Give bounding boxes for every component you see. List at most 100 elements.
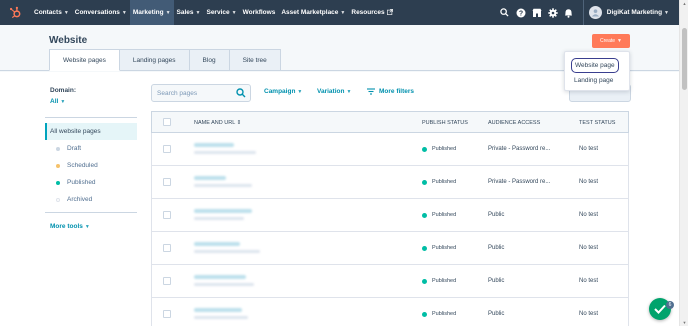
nav-label: Workflows <box>242 9 276 16</box>
nav-contacts[interactable]: Contacts ▼ <box>31 0 72 25</box>
column-header-name[interactable]: NAME AND URL ⇕ <box>194 120 241 126</box>
chevron-down-icon: ▼ <box>297 89 303 95</box>
status-dot-icon <box>56 146 60 151</box>
domain-select[interactable]: All ▼ <box>50 98 137 105</box>
search-icon[interactable] <box>236 88 246 100</box>
status-dot-icon <box>56 180 60 185</box>
table-row[interactable]: Published Public No test <box>151 298 629 326</box>
page-scrollbar[interactable]: ▲ ▼ <box>679 0 688 326</box>
sidebar-item-label: Scheduled <box>67 162 98 169</box>
nav-sales[interactable]: Sales ▼ <box>174 0 204 25</box>
published-dot-icon <box>422 278 427 284</box>
status-text: Published <box>432 278 457 284</box>
page-name-blurred[interactable] <box>194 176 226 180</box>
menu-item-landing-page[interactable]: Landing page <box>574 77 613 84</box>
nav-marketing[interactable]: Marketing ▼ <box>129 0 174 25</box>
nav-conversations[interactable]: Conversations ▼ <box>72 0 130 25</box>
marketplace-icon[interactable] <box>529 0 545 25</box>
publish-status: Published <box>422 212 456 218</box>
notifications-icon[interactable] <box>561 0 577 25</box>
more-tools-button[interactable]: More tools ▼ <box>50 223 137 230</box>
row-checkbox[interactable] <box>163 277 171 285</box>
audience-access: Private - Password re... <box>488 146 551 152</box>
tab-bar: Website pages Landing pages Blog Site tr… <box>49 49 281 71</box>
svg-text:?: ? <box>519 10 523 17</box>
tab-site-tree[interactable]: Site tree <box>229 49 281 71</box>
menu-item-website-page[interactable]: Website page <box>571 58 619 73</box>
publish-status: Published <box>422 311 456 317</box>
page-url-blurred <box>194 250 260 253</box>
page-name-blurred[interactable] <box>194 242 240 246</box>
row-checkbox[interactable] <box>163 178 171 186</box>
avatar[interactable] <box>588 6 602 19</box>
chevron-down-icon: ▼ <box>121 9 127 16</box>
scroll-up-arrow-icon[interactable]: ▲ <box>682 1 687 6</box>
sidebar: Domain: All ▼ All website pages Draft Sch… <box>45 87 137 230</box>
nav-label: Sales <box>176 9 194 16</box>
table-row[interactable]: Published Public No test <box>151 265 629 298</box>
nav-workflows[interactable]: Workflows <box>240 0 279 25</box>
tab-website-pages[interactable]: Website pages <box>49 49 120 71</box>
published-dot-icon <box>422 179 427 185</box>
sidebar-divider <box>45 117 137 118</box>
tab-landing-pages[interactable]: Landing pages <box>119 49 190 71</box>
sidebar-item-all-website-pages[interactable]: All website pages <box>45 123 137 140</box>
scroll-down-arrow-icon[interactable]: ▼ <box>682 320 687 325</box>
more-filters-button[interactable]: More filters <box>367 88 414 95</box>
campaign-filter[interactable]: Campaign ▼ <box>264 88 302 95</box>
nav-label: Resources <box>351 9 385 16</box>
nav-label: Service <box>206 9 230 16</box>
chevron-down-icon: ▼ <box>165 9 171 16</box>
sidebar-item-published[interactable]: Published <box>45 174 137 191</box>
row-checkbox[interactable] <box>163 145 171 153</box>
account-name: DigiKat Marketing <box>606 9 663 16</box>
settings-icon[interactable] <box>545 0 561 25</box>
table-row[interactable]: Published Public No test <box>151 232 629 265</box>
status-text: Published <box>432 212 457 218</box>
help-icon[interactable]: ? <box>513 0 529 25</box>
select-all-checkbox[interactable] <box>163 118 171 126</box>
search-input[interactable] <box>152 85 232 101</box>
chevron-down-icon: ▼ <box>84 224 90 230</box>
page-name-blurred[interactable] <box>194 308 242 312</box>
search-icon[interactable] <box>497 0 513 25</box>
nav-service[interactable]: Service ▼ <box>203 0 239 25</box>
filter-lines-icon <box>367 88 375 95</box>
nav-resources[interactable]: Resources <box>348 0 395 25</box>
sidebar-item-archived[interactable]: Archived <box>45 191 137 208</box>
tab-blog[interactable]: Blog <box>189 49 230 71</box>
test-status: No test <box>579 212 599 218</box>
variation-filter[interactable]: Variation ▼ <box>317 88 351 95</box>
test-status: No test <box>579 311 599 317</box>
sidebar-item-scheduled[interactable]: Scheduled <box>45 157 137 174</box>
sidebar-item-label: All website pages <box>50 128 101 135</box>
scroll-thumb[interactable] <box>682 28 687 90</box>
search-box <box>151 84 251 102</box>
table-row[interactable]: Published Public No test <box>151 199 629 232</box>
filter-bar: Campaign▼ Variation▼ More filters <box>151 84 631 102</box>
hubspot-logo-icon[interactable] <box>8 6 22 20</box>
row-checkbox[interactable] <box>163 244 171 252</box>
row-checkbox[interactable] <box>163 310 171 318</box>
nav-asset-marketplace[interactable]: Asset Marketplace ▼ <box>278 0 348 25</box>
more-filters-label: More filters <box>379 88 415 95</box>
create-button[interactable]: Create ▼ <box>592 34 630 48</box>
table-row[interactable]: Published Private - Password re... No te… <box>151 166 629 199</box>
page-name-blurred[interactable] <box>194 275 246 279</box>
status-text: Published <box>432 245 457 251</box>
account-menu[interactable]: DigiKat Marketing ▼ <box>607 9 669 16</box>
page-url-blurred <box>194 151 256 154</box>
page-url-blurred <box>194 217 244 220</box>
published-dot-icon <box>422 245 427 251</box>
published-dot-icon <box>422 311 427 317</box>
page-title: Website <box>49 35 88 46</box>
page-name-blurred[interactable] <box>194 209 252 213</box>
sidebar-item-draft[interactable]: Draft <box>45 140 137 157</box>
page-name-blurred[interactable] <box>194 143 234 147</box>
page-url-blurred <box>194 283 254 286</box>
table-row[interactable]: Published Private - Password re... No te… <box>151 133 629 166</box>
row-checkbox[interactable] <box>163 211 171 219</box>
domain-value: All <box>50 98 59 105</box>
test-status: No test <box>579 278 599 284</box>
status-text: Published <box>432 311 457 317</box>
